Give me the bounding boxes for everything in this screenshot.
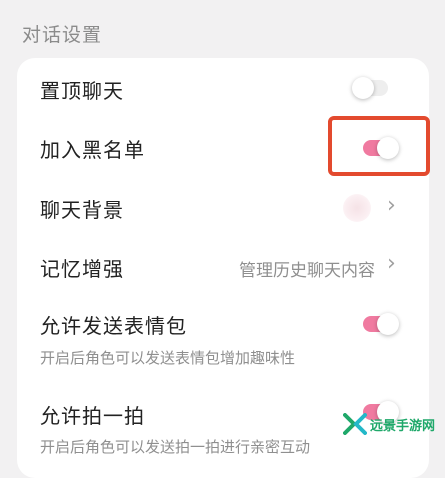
row-allow-stickers[interactable]: 允许发送表情包 开启后角色可以发送表情包增加趣味性 [17, 298, 429, 378]
chat-background-label: 聊天背景 [40, 198, 124, 222]
allow-stickers-desc: 开启后角色可以发送表情包增加趣味性 [40, 349, 296, 367]
memory-enhance-hint: 管理历史聊天内容 [239, 261, 375, 281]
pin-chat-label: 置顶聊天 [40, 79, 124, 103]
chevron-right-icon: › [387, 251, 396, 276]
row-memory-enhance[interactable]: 记忆增强 管理历史聊天内容 › [17, 238, 429, 298]
watermark-text: 远景手游网 [370, 418, 436, 434]
pin-chat-toggle[interactable] [352, 77, 388, 99]
row-chat-background[interactable]: 聊天背景 › [17, 178, 429, 238]
allow-stickers-label: 允许发送表情包 [40, 314, 187, 338]
toggle-knob [377, 313, 399, 335]
allow-nudge-desc: 开启后角色可以发送拍一拍进行亲密互动 [40, 438, 311, 456]
blacklist-label: 加入黑名单 [40, 138, 145, 162]
chevron-right-icon: › [387, 193, 396, 218]
allow-nudge-label: 允许拍一拍 [40, 404, 145, 428]
watermark-logo-icon [343, 413, 367, 435]
section-title: 对话设置 [22, 24, 103, 46]
background-thumbnail [343, 194, 371, 222]
highlight-box [328, 116, 430, 176]
watermark: 远景手游网 [343, 411, 443, 437]
toggle-knob [352, 77, 374, 99]
allow-stickers-toggle[interactable] [363, 313, 399, 335]
row-pin-chat[interactable]: 置顶聊天 [17, 58, 429, 118]
memory-enhance-label: 记忆增强 [40, 257, 124, 281]
